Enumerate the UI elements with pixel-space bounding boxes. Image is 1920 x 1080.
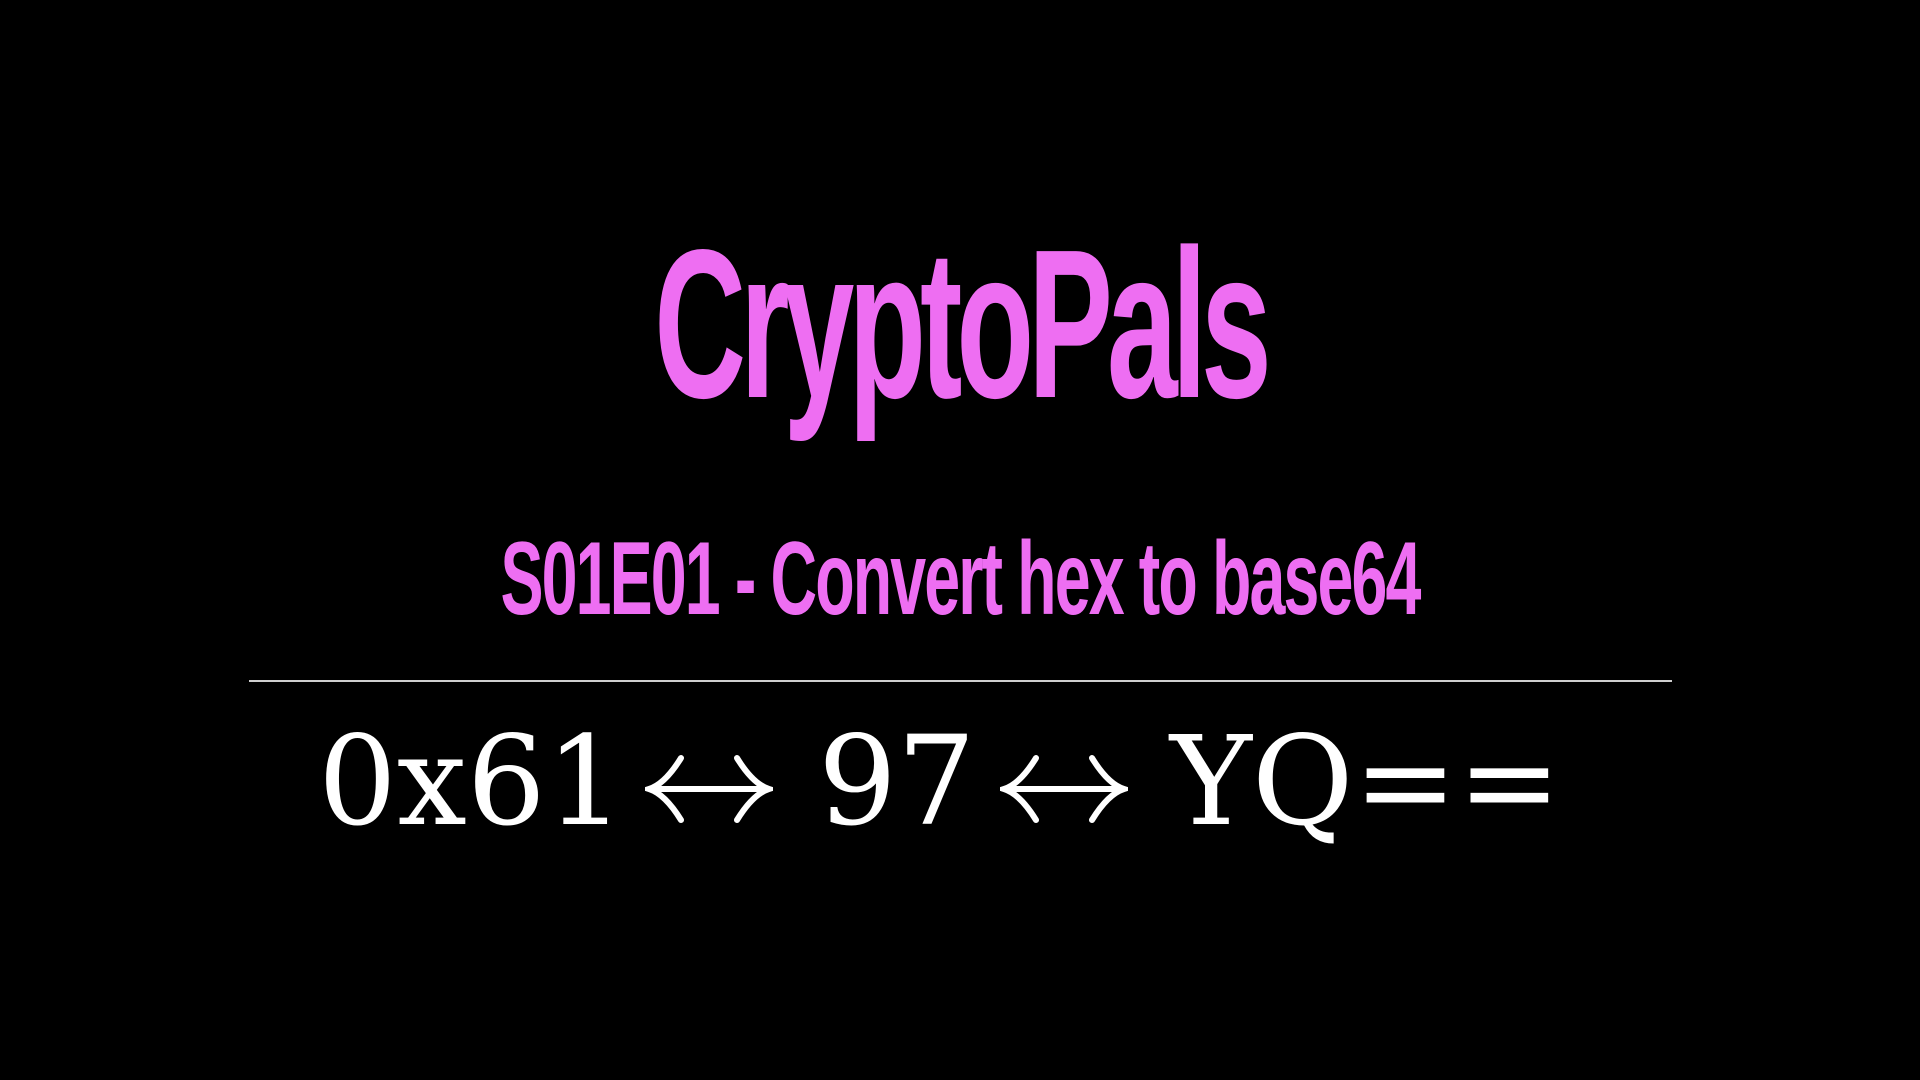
decimal-value: 97 [818, 710, 976, 854]
conversion-equation: 0x61 97 YQ== [0, 720, 1920, 860]
slide-title: CryptoPals [654, 205, 1272, 442]
slide-subtitle: S01E01 - Convert hex to base64 [500, 521, 1422, 637]
hex-value: 0x61 [318, 710, 625, 854]
left-right-arrow-icon [645, 755, 773, 823]
divider-line [249, 680, 1672, 682]
title-slide: CryptoPals S01E01 - Convert hex to base6… [0, 0, 1920, 1080]
left-right-arrow-icon [1000, 755, 1128, 823]
base64-value: YQ== [1170, 710, 1562, 854]
